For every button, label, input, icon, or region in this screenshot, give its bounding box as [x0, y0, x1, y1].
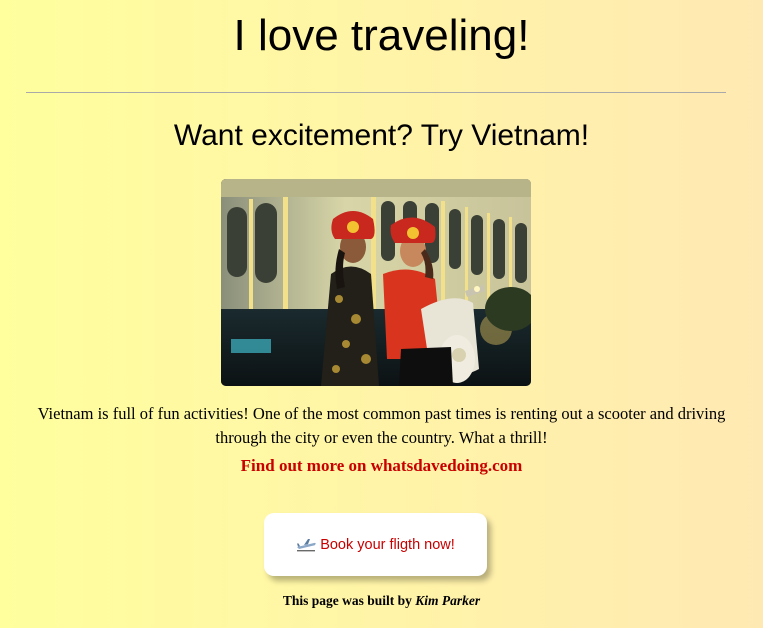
footer-prefix: This page was built by: [282, 593, 412, 608]
book-flight-label: Book your fligth now!: [320, 536, 455, 553]
book-flight-button[interactable]: Book your fligth now!: [264, 513, 487, 576]
page-title: I love traveling!: [233, 11, 530, 60]
divider: [26, 92, 726, 93]
footer: This page was built by Kim Parker: [0, 591, 763, 611]
footer-author: Kim Parker: [415, 593, 481, 608]
airplane-icon: [296, 538, 316, 552]
description: Vietnam is full of fun activities! One o…: [37, 404, 726, 447]
whatsdavedoing-link[interactable]: Find out more on whatsdavedoing.com: [0, 454, 763, 478]
scooter-photo: [221, 179, 531, 386]
section-heading: Want excitement? Try Vietnam!: [173, 119, 590, 152]
